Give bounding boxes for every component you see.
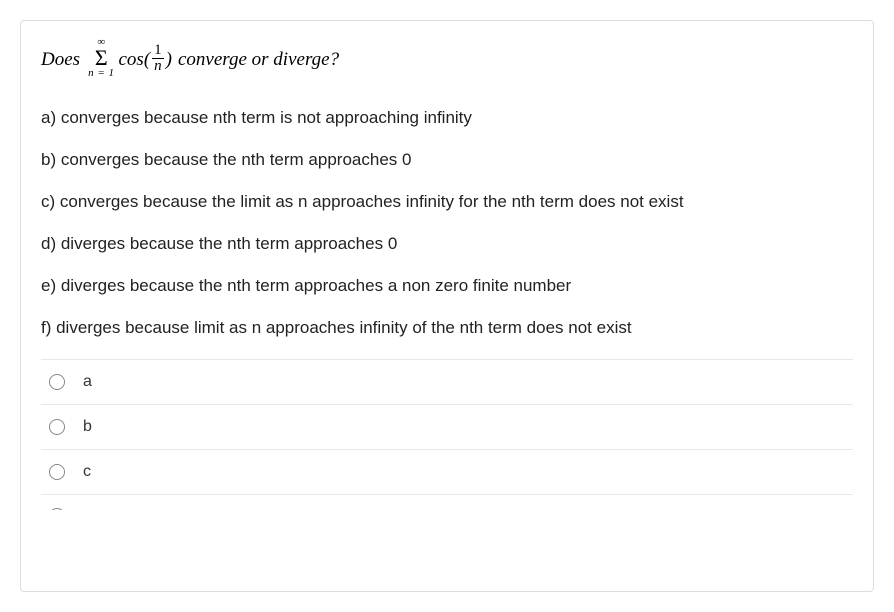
- answer-text-d: d) diverges because the nth term approac…: [41, 233, 853, 255]
- radio-circle-icon: [49, 464, 65, 480]
- answer-text-e: e) diverges because the nth term approac…: [41, 275, 853, 297]
- radio-option-partial[interactable]: [41, 494, 853, 510]
- answer-text-a: a) converges because nth term is not app…: [41, 107, 853, 129]
- summation-symbol: ∞ Σ n = 1: [88, 37, 114, 79]
- radio-option-a[interactable]: a: [41, 359, 853, 404]
- question-prompt: Does ∞ Σ n = 1 cos( 1 n ) converge or di…: [41, 39, 853, 81]
- radio-label-a: a: [83, 373, 92, 391]
- radio-label-b: b: [83, 418, 92, 436]
- radio-circle-icon: [49, 419, 65, 435]
- answer-text-f: f) diverges because limit as n approache…: [41, 317, 853, 339]
- radio-label-c: c: [83, 463, 91, 481]
- fraction-numerator: 1: [152, 43, 164, 59]
- answer-text-c: c) converges because the limit as n appr…: [41, 191, 853, 213]
- cos-open: cos(: [119, 49, 151, 71]
- fraction-denominator: n: [152, 59, 164, 74]
- sum-lower-limit: n = 1: [88, 68, 114, 79]
- radio-option-b[interactable]: b: [41, 404, 853, 449]
- question-prefix: Does: [41, 49, 80, 71]
- radio-option-list: a b c: [41, 359, 853, 510]
- radio-circle-icon: [49, 374, 65, 390]
- answer-text-b: b) converges because the nth term approa…: [41, 149, 853, 171]
- question-container: Does ∞ Σ n = 1 cos( 1 n ) converge or di…: [20, 20, 874, 592]
- answer-text-block: a) converges because nth term is not app…: [41, 107, 853, 340]
- cos-expression: cos( 1 n ): [119, 44, 172, 75]
- fraction: 1 n: [152, 43, 164, 74]
- radio-option-c[interactable]: c: [41, 449, 853, 494]
- cos-close: ): [166, 49, 172, 71]
- question-suffix: converge or diverge?: [178, 49, 339, 71]
- radio-circle-icon: [49, 508, 65, 510]
- sigma-icon: Σ: [95, 48, 108, 68]
